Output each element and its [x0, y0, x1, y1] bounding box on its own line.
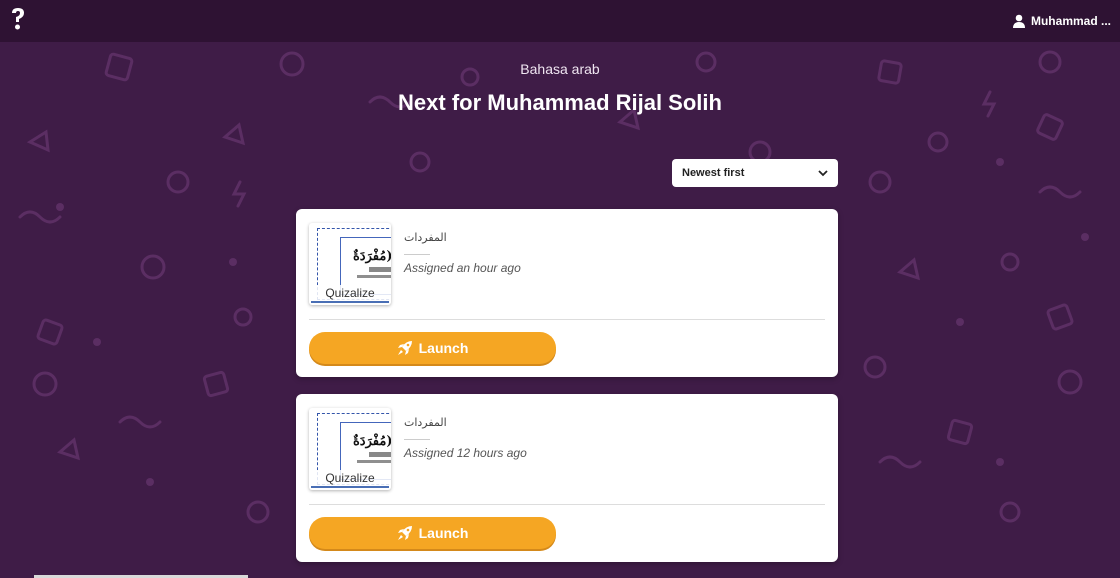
- top-bar: Muhammad ...: [0, 0, 1120, 42]
- thumbnail-arabic-art: مُفْرَدَةٌ): [353, 249, 391, 264]
- rocket-icon: [397, 341, 412, 355]
- rocket-icon: [397, 526, 412, 540]
- user-menu[interactable]: Muhammad ...: [1012, 12, 1111, 30]
- assignment-card: مُفْرَدَةٌ) Quizalize المفردات Assigned …: [296, 209, 838, 377]
- sort-selected-label: Newest first: [682, 167, 745, 179]
- divider: [404, 439, 430, 440]
- user-icon: [1012, 14, 1025, 28]
- thumbnail-label: Quizalize: [325, 471, 375, 485]
- sort-dropdown[interactable]: Newest first: [672, 159, 838, 187]
- assigned-time: Assigned 12 hours ago: [404, 446, 527, 460]
- page-title: Next for Muhammad Rijal Solih: [398, 90, 722, 115]
- quiz-name: المفردات: [404, 231, 447, 244]
- class-subtitle: Bahasa arab: [520, 61, 600, 77]
- chevron-down-icon: [818, 170, 828, 177]
- launch-label: Launch: [418, 525, 469, 541]
- launch-label: Launch: [418, 340, 469, 356]
- quizizz-question-logo-icon[interactable]: [8, 6, 28, 32]
- quiz-thumbnail[interactable]: مُفْرَدَةٌ) Quizalize: [309, 408, 391, 490]
- launch-button[interactable]: Launch: [309, 332, 556, 364]
- assignment-card: مُفْرَدَةٌ) Quizalize المفردات Assigned …: [296, 394, 838, 562]
- quiz-name: المفردات: [404, 416, 447, 429]
- quiz-thumbnail[interactable]: مُفْرَدَةٌ) Quizalize: [309, 223, 391, 305]
- card-divider: [309, 504, 825, 505]
- user-name: Muhammad ...: [1030, 14, 1111, 28]
- thumbnail-arabic-art: مُفْرَدَةٌ): [353, 434, 391, 449]
- thumbnail-label: Quizalize: [325, 286, 375, 300]
- card-divider: [309, 319, 825, 320]
- divider: [404, 254, 430, 255]
- assigned-time: Assigned an hour ago: [404, 261, 521, 275]
- launch-button[interactable]: Launch: [309, 517, 556, 549]
